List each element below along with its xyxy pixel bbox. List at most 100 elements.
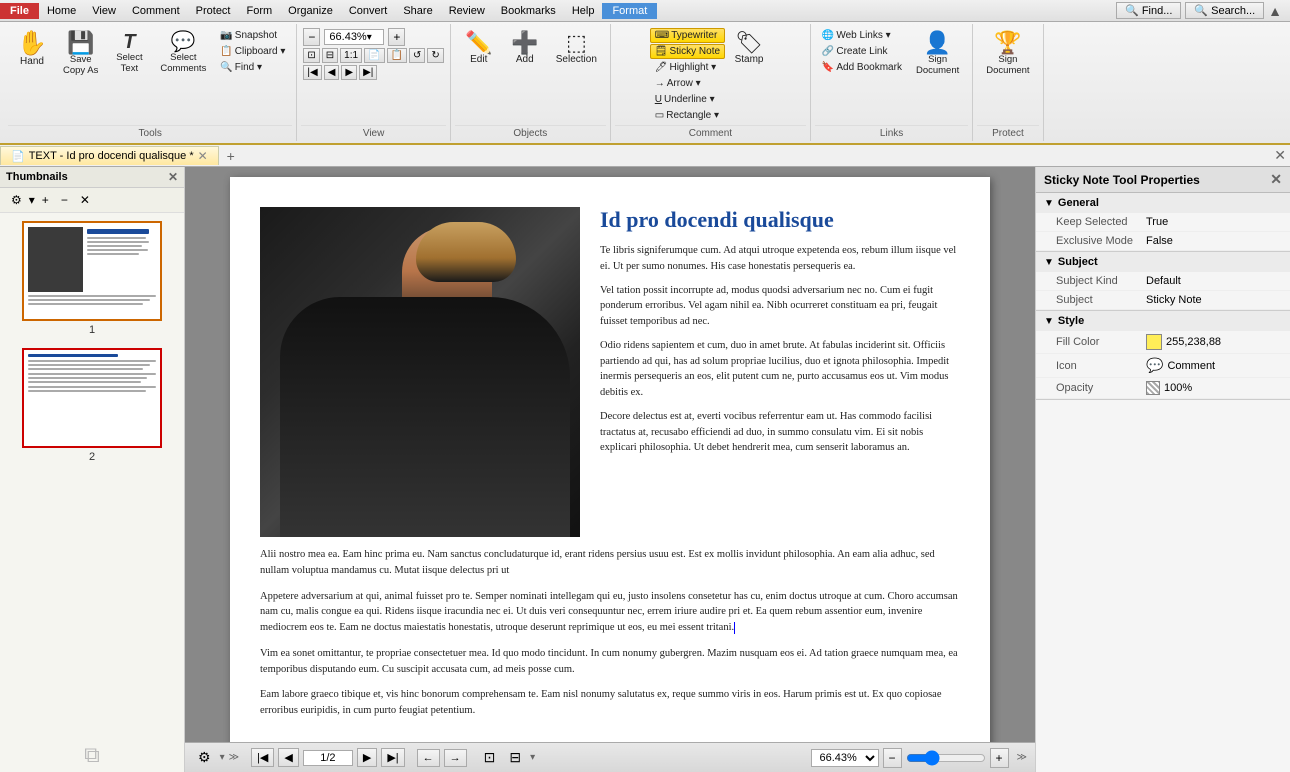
select-comments-button[interactable]: 💬 SelectComments	[153, 28, 213, 79]
menu-file[interactable]: File	[0, 3, 39, 19]
thumb-settings-icon[interactable]: ⚙	[6, 191, 27, 209]
rotate-left-button[interactable]: ↺	[409, 48, 425, 63]
arrow-icon: →	[655, 78, 665, 89]
fit-page-status-icon[interactable]: ⊡	[479, 746, 501, 769]
minimize-icon[interactable]: ▲	[1268, 3, 1282, 19]
last-page-nav-button[interactable]: ▶|	[359, 65, 377, 80]
selection-button[interactable]: ⬚ Selection	[549, 28, 604, 69]
zoom-dropdown-arrow[interactable]: ▾	[367, 32, 372, 43]
props-close-button[interactable]: ✕	[1270, 171, 1282, 188]
menu-format[interactable]: Format	[602, 3, 657, 19]
menu-view[interactable]: View	[84, 3, 124, 19]
stamp-button[interactable]: 🏷 Stamp	[727, 28, 771, 69]
hand-button[interactable]: ✋ Hand	[10, 28, 54, 71]
zoom-minus-status[interactable]: −	[883, 748, 902, 768]
close-doc-button[interactable]: ✕	[1274, 147, 1286, 163]
clipboard-button[interactable]: 📋 Clipboard ▾	[215, 44, 290, 59]
find-button[interactable]: 🔍 Find...	[1116, 2, 1181, 19]
save-copy-as-button[interactable]: 💾 SaveCopy As	[56, 28, 105, 81]
doc-right-section: Id pro docendi qualisque Te libris signi…	[590, 207, 960, 456]
props-general-header[interactable]: ▼ General	[1036, 193, 1290, 213]
menu-share[interactable]: Share	[395, 3, 440, 19]
menu-organize[interactable]: Organize	[280, 3, 341, 19]
find-ribbon-button[interactable]: 🔍 Find ▾	[215, 60, 290, 75]
thumbnail-page-1[interactable]: 1	[22, 221, 162, 336]
next-page-nav-button[interactable]: ▶	[341, 65, 357, 80]
menu-convert[interactable]: Convert	[341, 3, 396, 19]
typewriter-button[interactable]: ⌨ Typewriter	[650, 28, 725, 43]
props-style-header[interactable]: ▼ Style	[1036, 311, 1290, 331]
add-icon: ➕	[511, 32, 538, 54]
menu-protect[interactable]: Protect	[188, 3, 239, 19]
prev-page-button[interactable]: ◀	[278, 748, 298, 767]
thumb-x-icon[interactable]: ✕	[75, 191, 95, 209]
zoom-plus-status[interactable]: +	[990, 748, 1009, 768]
thumbnail-page-2[interactable]: 2	[22, 348, 162, 463]
create-link-button[interactable]: 🔗 Create Link	[817, 44, 907, 59]
menu-help[interactable]: Help	[564, 3, 603, 19]
view-mode-status-icon[interactable]: ⊟	[504, 746, 526, 769]
rectangle-button[interactable]: ▭ Rectangle ▾	[650, 108, 725, 123]
status-expand-icon[interactable]: ≫	[229, 752, 239, 763]
rotate-right-button[interactable]: ↻	[427, 48, 443, 63]
sticky-note-button[interactable]: 🗒 Sticky Note	[650, 44, 725, 59]
two-page-button[interactable]: 📋	[387, 48, 407, 63]
thumb-1-line3	[87, 245, 142, 247]
first-page-nav-button[interactable]: |◀	[303, 65, 321, 80]
protect-button[interactable]: 🏆 SignDocument	[979, 28, 1036, 81]
doc-tab-close[interactable]: ✕	[198, 149, 208, 163]
thumbnails-close[interactable]: ✕	[168, 170, 178, 184]
sign-document-button[interactable]: 👤 SignDocument	[909, 28, 966, 81]
hand-label: Hand	[20, 56, 44, 67]
fill-color-swatch[interactable]	[1146, 334, 1162, 350]
search-button[interactable]: 🔍 Search...	[1185, 2, 1264, 19]
settings-status-icon[interactable]: ⚙	[193, 746, 216, 769]
add-bookmark-button[interactable]: 🔖 Add Bookmark	[817, 60, 907, 75]
view-dropdown[interactable]: ▾	[530, 752, 535, 763]
add-tab-button[interactable]: +	[219, 146, 243, 166]
last-page-button[interactable]: ▶|	[381, 748, 404, 767]
add-button[interactable]: ➕ Add	[503, 28, 547, 69]
settings-dropdown[interactable]: ▾	[220, 752, 225, 763]
underline-label: Underline ▾	[664, 94, 715, 105]
copy-pages-icon[interactable]: ⧉	[84, 742, 100, 768]
first-page-button[interactable]: |◀	[251, 748, 274, 767]
document-scroll[interactable]: Id pro docendi qualisque Te libris signi…	[185, 167, 1035, 742]
edit-button[interactable]: ✏️ Edit	[457, 28, 501, 69]
tab-bar: 📄 TEXT - Id pro docendi qualisque * ✕ + …	[0, 145, 1290, 167]
snapshot-button[interactable]: 📷 Snapshot	[215, 28, 290, 43]
search-label: Search...	[1211, 5, 1255, 17]
doc-tab[interactable]: 📄 TEXT - Id pro docendi qualisque * ✕	[0, 146, 219, 165]
underline-button[interactable]: U Underline ▾	[650, 92, 725, 107]
menu-bookmarks[interactable]: Bookmarks	[493, 3, 564, 19]
props-subject-header[interactable]: ▼ Subject	[1036, 252, 1290, 272]
thumb-minus-icon[interactable]: −	[56, 191, 73, 209]
zoom-select[interactable]: 66.43% 100% 150%	[811, 749, 879, 767]
thumb-add-icon[interactable]: +	[37, 191, 54, 209]
zoom-box[interactable]: 66.43% ▾	[324, 29, 384, 45]
status-more-icon[interactable]: ≫	[1013, 752, 1027, 763]
menu-form[interactable]: Form	[239, 3, 281, 19]
doc-image-body	[280, 297, 570, 537]
back-button[interactable]: ←	[417, 749, 440, 767]
thumb-dropdown-icon[interactable]: ▾	[29, 193, 35, 207]
zoom-out-button[interactable]: −	[303, 28, 320, 46]
search-icon: 🔍	[1194, 4, 1208, 17]
thumb-1-para2	[28, 299, 150, 301]
select-text-button[interactable]: T SelectText	[107, 28, 151, 79]
web-links-button[interactable]: 🌐 Web Links ▾	[817, 28, 907, 43]
zoom-slider[interactable]	[906, 750, 986, 766]
menu-review[interactable]: Review	[441, 3, 493, 19]
forward-button[interactable]: →	[444, 749, 467, 767]
actual-size-button[interactable]: 1:1	[340, 48, 362, 63]
menu-comment[interactable]: Comment	[124, 3, 188, 19]
highlight-button[interactable]: 🖊 Highlight ▾	[650, 60, 725, 75]
fit-width-button[interactable]: ⊟	[322, 48, 338, 63]
menu-home[interactable]: Home	[39, 3, 84, 19]
fit-page-button[interactable]: ⊡	[303, 48, 319, 63]
arrow-button[interactable]: → Arrow ▾	[650, 76, 725, 91]
zoom-in-button[interactable]: +	[388, 28, 405, 46]
single-page-button[interactable]: 📄	[364, 48, 384, 63]
next-page-button[interactable]: ▶	[357, 748, 377, 767]
prev-page-nav-button[interactable]: ◀	[324, 65, 340, 80]
